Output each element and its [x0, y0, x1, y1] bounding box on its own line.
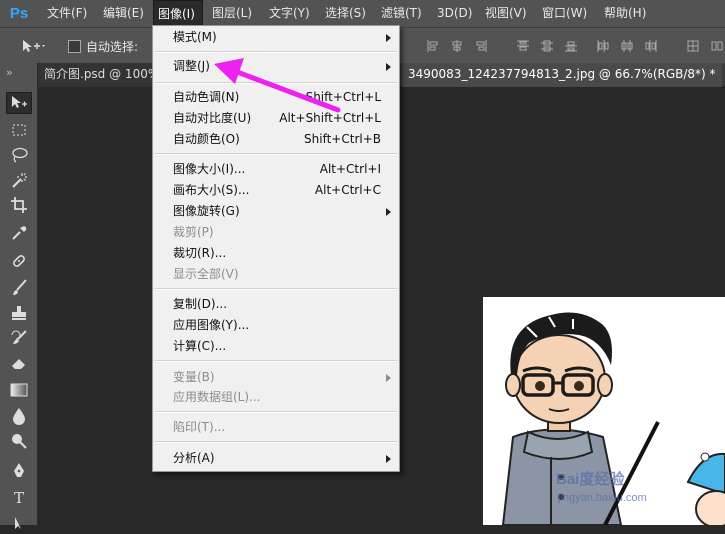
brush-tool-icon[interactable] [6, 277, 32, 299]
menu-select[interactable]: 选择(S) [325, 0, 366, 27]
submenu-arrow-icon [386, 34, 391, 42]
image-menu-dropdown: 模式(M) 调整(J) 自动色调(N) Shift+Ctrl+L 自动对比度(U… [152, 25, 400, 472]
distribute-bottom-icon[interactable] [565, 40, 577, 52]
menu-item-analysis[interactable]: 分析(A) [153, 448, 399, 469]
marquee-tool-icon[interactable] [6, 119, 32, 141]
gradient-tool-icon[interactable] [6, 379, 32, 401]
lasso-tool-icon[interactable] [6, 144, 32, 166]
path-selection-tool-icon[interactable] [6, 512, 32, 534]
menu-separator [155, 288, 397, 290]
submenu-arrow-icon [386, 208, 391, 216]
menu-item-crop: 裁剪(P) [173, 225, 214, 239]
auto-select-checkbox[interactable] [68, 40, 81, 53]
tab-intro-psd[interactable]: 简介图.psd @ 100% [38, 63, 166, 87]
toolbox: T [0, 87, 38, 529]
magic-wand-tool-icon[interactable] [6, 169, 32, 191]
menu-item-calculations[interactable]: 计算(C)... [153, 336, 399, 357]
menu-item-duplicate[interactable]: 复制(D)... [153, 294, 399, 315]
menu-item-reveal-all: 显示全部(V) [173, 267, 239, 281]
menu-item-mode[interactable]: 模式(M) [153, 27, 399, 48]
menu-view[interactable]: 视图(V) [485, 0, 527, 27]
menu-item-trap: 陷印(T)... [173, 420, 226, 434]
document-image[interactable] [483, 297, 725, 525]
menu-type[interactable]: 文字(Y) [269, 0, 310, 27]
menu-3d[interactable]: 3D(D) [437, 0, 472, 27]
menu-item-canvas-size[interactable]: 画布大小(S)... Alt+Ctrl+C [153, 180, 399, 201]
menu-help[interactable]: 帮助(H) [604, 0, 646, 27]
menu-item-image-size[interactable]: 图像大小(I)... Alt+Ctrl+I [153, 159, 399, 180]
tab-active-jpg[interactable]: 3490083_124237794813_2.jpg @ 66.7%(RGB/8… [402, 63, 722, 87]
photoshop-logo: Ps [9, 5, 29, 22]
clone-stamp-tool-icon[interactable] [6, 302, 32, 324]
toolbox-header[interactable]: » [0, 63, 38, 87]
menu-separator [155, 360, 397, 362]
menu-item-variables: 变量(B) [153, 367, 399, 388]
menu-separator [155, 51, 397, 53]
menu-bar: Ps 文件(F) 编辑(E) 图像(I) 图层(L) 文字(Y) 选择(S) 滤… [0, 0, 725, 27]
pen-tool-icon[interactable] [6, 460, 32, 482]
blur-tool-icon[interactable] [6, 405, 32, 427]
menu-edit[interactable]: 编辑(E) [103, 0, 144, 27]
auto-align-layers-icon[interactable] [687, 40, 699, 52]
menu-separator [155, 441, 397, 443]
distribute-vertical-centers-icon[interactable] [541, 40, 553, 52]
collapse-toolbox-icon[interactable]: » [6, 66, 13, 79]
menu-filter[interactable]: 滤镜(T) [381, 0, 422, 27]
move-tool-icon[interactable] [6, 92, 32, 114]
eraser-tool-icon[interactable] [6, 352, 32, 374]
menu-item-trim[interactable]: 裁切(R)... [153, 243, 399, 264]
crop-tool-icon[interactable] [6, 194, 32, 216]
menu-separator [155, 82, 397, 84]
menu-item-auto-tone[interactable]: 自动色调(N) Shift+Ctrl+L [153, 87, 399, 108]
distribute-left-icon[interactable] [597, 40, 609, 52]
type-tool-icon[interactable]: T [6, 487, 32, 509]
watermark-url: jingyan.baidu.com [558, 492, 647, 504]
healing-brush-tool-icon[interactable] [6, 250, 32, 272]
watermark-logo: Bai度经验 [556, 471, 625, 488]
menu-layer[interactable]: 图层(L) [212, 0, 252, 27]
submenu-arrow-icon [386, 455, 391, 463]
align-left-edges-icon[interactable] [427, 40, 439, 52]
menu-item-apply-data-set: 应用数据组(L)... [173, 390, 261, 404]
menu-image[interactable]: 图像(I) [153, 0, 203, 27]
align-right-edges-icon[interactable] [475, 40, 487, 52]
distribute-right-icon[interactable] [645, 40, 657, 52]
eyedropper-tool-icon[interactable] [6, 222, 32, 244]
move-tool-preset-icon[interactable] [21, 37, 47, 55]
submenu-arrow-icon [386, 63, 391, 71]
menu-item-apply-image[interactable]: 应用图像(Y)... [153, 315, 399, 336]
menu-item-auto-color[interactable]: 自动颜色(O) Shift+Ctrl+B [153, 129, 399, 150]
cartoon-character-illustration [501, 312, 725, 525]
auto-select-label: 自动选择: [86, 40, 139, 54]
distribute-top-icon[interactable] [517, 40, 529, 52]
menu-file[interactable]: 文件(F) [47, 0, 87, 27]
menu-window[interactable]: 窗口(W) [542, 0, 587, 27]
history-brush-tool-icon[interactable] [6, 327, 32, 349]
align-horizontal-centers-icon[interactable] [451, 40, 463, 52]
menu-item-auto-contrast[interactable]: 自动对比度(U) Alt+Shift+Ctrl+L [153, 108, 399, 129]
menu-item-adjustments[interactable]: 调整(J) [153, 56, 399, 77]
menu-separator [155, 153, 397, 155]
submenu-arrow-icon [386, 374, 391, 382]
dodge-tool-icon[interactable] [6, 430, 32, 452]
menu-item-image-rotation[interactable]: 图像旋转(G) [153, 201, 399, 222]
3d-mode-icon[interactable] [711, 40, 723, 52]
menu-separator [155, 411, 397, 413]
distribute-horizontal-centers-icon[interactable] [621, 40, 633, 52]
